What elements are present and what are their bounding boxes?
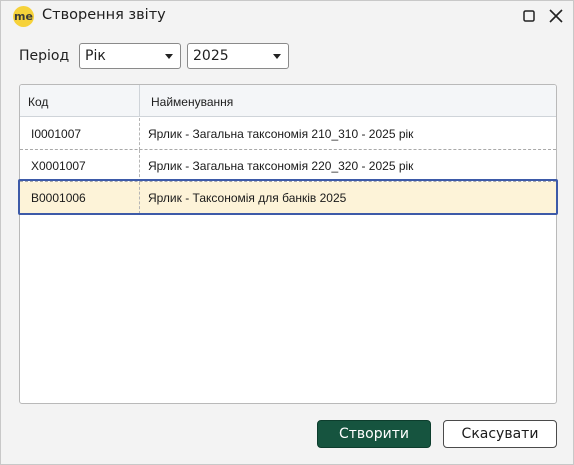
column-header-name[interactable]: Найменування bbox=[151, 95, 233, 109]
close-button[interactable] bbox=[546, 6, 566, 26]
row-name: Ярлик - Таксономія для банків 2025 bbox=[148, 191, 347, 205]
report-table: Код Найменування I0001007 Ярлик - Загаль… bbox=[19, 84, 557, 404]
period-label: Період bbox=[19, 48, 70, 64]
row-name: Ярлик - Загальна таксономія 220_320 - 20… bbox=[148, 159, 414, 173]
maximize-icon bbox=[523, 10, 535, 22]
maximize-button[interactable] bbox=[519, 6, 539, 26]
year-select[interactable]: 2025 bbox=[187, 43, 289, 69]
close-icon bbox=[549, 9, 563, 23]
row-code: B0001006 bbox=[31, 191, 86, 205]
period-select-value: Рік bbox=[85, 48, 106, 64]
table-row[interactable]: I0001007 Ярлик - Загальна таксономія 210… bbox=[20, 118, 556, 150]
table-row[interactable]: X0001007 Ярлик - Загальна таксономія 220… bbox=[20, 150, 556, 182]
chevron-down-icon[interactable] bbox=[160, 46, 178, 66]
cell-divider bbox=[139, 150, 140, 182]
table-header: Код Найменування bbox=[20, 85, 556, 117]
cancel-button[interactable]: Скасувати bbox=[443, 420, 557, 448]
create-button[interactable]: Створити bbox=[317, 420, 431, 448]
column-header-code[interactable]: Код bbox=[28, 95, 48, 109]
cell-divider bbox=[139, 182, 140, 214]
table-row-selected[interactable]: B0001006 Ярлик - Таксономія для банків 2… bbox=[20, 182, 556, 214]
row-name: Ярлик - Загальна таксономія 210_310 - 20… bbox=[148, 127, 414, 141]
chevron-down-icon[interactable] bbox=[268, 46, 286, 66]
row-code: I0001007 bbox=[31, 127, 82, 141]
year-select-value: 2025 bbox=[193, 48, 229, 64]
app-logo-icon: me bbox=[13, 6, 34, 27]
create-report-dialog: me Створення звіту Період Рік 2025 Код Н… bbox=[0, 0, 574, 465]
period-select[interactable]: Рік bbox=[79, 43, 181, 69]
row-code: X0001007 bbox=[31, 159, 86, 173]
title-bar: me Створення звіту bbox=[1, 1, 573, 31]
window-title: Створення звіту bbox=[42, 7, 166, 23]
cell-divider bbox=[139, 118, 140, 150]
column-divider[interactable] bbox=[139, 85, 140, 117]
